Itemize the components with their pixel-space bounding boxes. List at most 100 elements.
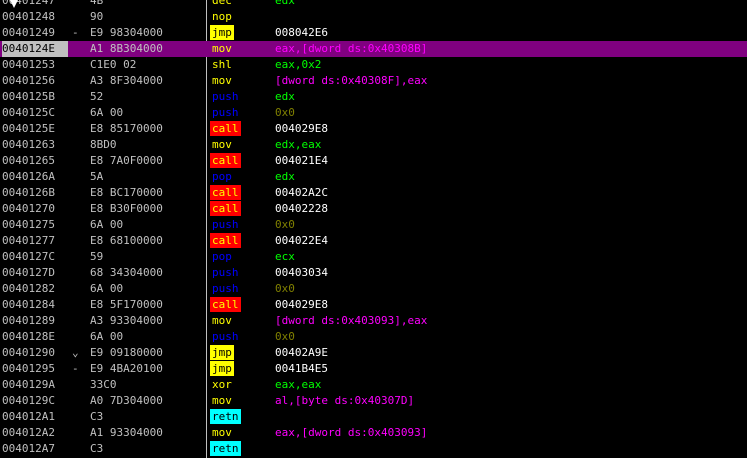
row-operands: ecx [275, 250, 295, 263]
row-hex-bytes: A1 8B304000 [90, 42, 163, 55]
row-mnemonic: jmp [210, 345, 234, 360]
row-hex-bytes: 6A 00 [90, 106, 124, 119]
row-hex-bytes: E8 68100000 [90, 234, 163, 247]
instruction-row[interactable]: 0040125E E8 85170000 call 004029E8 [0, 121, 747, 137]
row-address: 0040127D [2, 266, 55, 279]
row-hex-bytes: E8 B30F0000 [90, 202, 163, 215]
instruction-row[interactable]: 00401295 - E9 4BA20100 jmp 0041B4E5 [0, 361, 747, 377]
row-address: 00401249 [2, 26, 55, 39]
instruction-row[interactable]: 0040125C 6A 00 push 0x0 [0, 105, 747, 121]
mnemonic-cell: xor [210, 377, 270, 393]
row-hex-bytes: 52 [90, 90, 104, 103]
row-mnemonic: mov [212, 426, 232, 439]
instruction-row[interactable]: 0040129A 33C0 xor eax,eax [0, 377, 747, 393]
row-mnemonic: call [210, 153, 241, 168]
row-address: 00401295 [2, 362, 55, 375]
instruction-row[interactable]: 0040125B 52 push edx [0, 89, 747, 105]
instruction-row[interactable]: 0040128E 6A 00 push 0x0 [0, 329, 747, 345]
instruction-row[interactable]: 00401265 E8 7A0F0000 call 004021E4 [0, 153, 747, 169]
instruction-row[interactable]: 00401256 A3 8F304000 mov [dword ds:0x40308F… [0, 73, 747, 89]
row-address: 00401253 [2, 58, 55, 71]
instruction-row[interactable]: 0040126B E8 BC170000 call 00402A2C [0, 185, 747, 201]
mnemonic-cell: call [210, 185, 270, 201]
row-operands: 00402228 [275, 202, 328, 215]
row-hex-bytes: 6A 00 [90, 218, 124, 231]
instruction-row[interactable]: 00401277 E8 68100000 call 004022E4 [0, 233, 747, 249]
mnemonic-cell: mov [210, 393, 270, 409]
instruction-row[interactable]: 00401253 C1E0 02 shl eax,0x2 [0, 57, 747, 73]
row-mnemonic: mov [212, 138, 232, 151]
instruction-row[interactable]: 0040129C A0 7D304000 mov al,[byte ds:0x4030… [0, 393, 747, 409]
jump-arrow-icon: - [72, 26, 79, 39]
row-hex-bytes: E9 4BA20100 [90, 362, 163, 375]
row-address: 0040124E [2, 41, 68, 57]
instruction-row[interactable]: 00401290 ⌄ E9 09180000 jmp 00402A9E [0, 345, 747, 361]
row-operands: 0x0 [275, 218, 295, 231]
row-operands: 00402A2C [275, 186, 328, 199]
row-hex-bytes: A0 7D304000 [90, 394, 163, 407]
row-mnemonic: jmp [210, 25, 234, 40]
instruction-row[interactable]: 00401249 - E9 98304000 jmp 008042E6 [0, 25, 747, 41]
mnemonic-cell: dec [210, 0, 270, 9]
row-address: 00401290 [2, 346, 55, 359]
mnemonic-cell: push [210, 89, 270, 105]
row-operands: [dword ds:0x40308F],eax [275, 74, 428, 87]
selected-instruction-row[interactable]: 0040124E A1 8B304000 mov eax,[dword ds:0x40… [0, 41, 747, 57]
row-operands: 004029E8 [275, 298, 328, 311]
row-mnemonic: shl [212, 58, 232, 71]
row-hex-bytes: 68 34304000 [90, 266, 163, 279]
mnemonic-cell: push [210, 329, 270, 345]
mnemonic-cell: call [210, 153, 270, 169]
mnemonic-cell: jmp [210, 25, 270, 41]
instruction-row[interactable]: 004012A7 C3 retn [0, 441, 747, 457]
row-operands: 004022E4 [275, 234, 328, 247]
mnemonic-cell: pop [210, 249, 270, 265]
row-mnemonic: call [210, 121, 241, 136]
instruction-row[interactable]: 00401270 E8 B30F0000 call 00402228 [0, 201, 747, 217]
row-hex-bytes: 5A [90, 170, 104, 183]
jump-arrow-icon: - [72, 362, 79, 375]
row-mnemonic: dec [212, 0, 232, 7]
row-operands: al,[byte ds:0x40307D] [275, 394, 415, 407]
instruction-row[interactable]: 00401289 A3 93304000 mov [dword ds:0x403093… [0, 313, 747, 329]
instruction-row[interactable]: 0040127C 59 pop ecx [0, 249, 747, 265]
row-mnemonic: push [212, 282, 239, 295]
row-address: 00401289 [2, 314, 55, 327]
instruction-row[interactable]: 004012A2 A1 93304000 mov eax,[dword ds:0x40… [0, 425, 747, 441]
row-address: 00401256 [2, 74, 55, 87]
row-operands: 00403034 [275, 266, 328, 279]
mouse-cursor-icon [10, 0, 18, 8]
row-address: 0040125C [2, 106, 55, 119]
instruction-row[interactable]: 00401248 90 nop [0, 9, 747, 25]
row-hex-bytes: E9 98304000 [90, 26, 163, 39]
row-address: 0040126A [2, 170, 55, 183]
row-mnemonic: mov [212, 394, 232, 407]
row-hex-bytes: 59 [90, 250, 104, 263]
instruction-row[interactable]: 0040127D 68 34304000 push 00403034 [0, 265, 747, 281]
mnemonic-cell: call [210, 121, 270, 137]
row-address: 00401275 [2, 218, 55, 231]
instruction-row[interactable]: 00401284 E8 5F170000 call 004029E8 [0, 297, 747, 313]
row-address: 0040128E [2, 330, 55, 343]
mnemonic-cell: call [210, 233, 270, 249]
row-address: 0040129C [2, 394, 55, 407]
mnemonic-cell: jmp [210, 361, 270, 377]
row-mnemonic: push [212, 106, 239, 119]
row-hex-bytes: A3 93304000 [90, 314, 163, 327]
instruction-row[interactable]: 00401247 4B dec edx [0, 0, 747, 9]
row-mnemonic: mov [212, 74, 232, 87]
instruction-row[interactable]: 00401263 8BD0 mov edx,eax [0, 137, 747, 153]
mnemonic-cell: call [210, 201, 270, 217]
row-mnemonic: mov [212, 42, 232, 55]
instruction-row[interactable]: 004012A1 C3 retn [0, 409, 747, 425]
disassembly-view[interactable]: 00401247 4B dec edx 00401248 90 nop 00401249- E9… [0, 0, 747, 458]
row-hex-bytes: E9 09180000 [90, 346, 163, 359]
row-operands: 0x0 [275, 330, 295, 343]
row-mnemonic: pop [212, 250, 232, 263]
row-address: 0040126B [2, 186, 55, 199]
instruction-row[interactable]: 0040126A 5A pop edx [0, 169, 747, 185]
instruction-row[interactable]: 00401282 6A 00 push 0x0 [0, 281, 747, 297]
row-mnemonic: pop [212, 170, 232, 183]
instruction-row[interactable]: 00401275 6A 00 push 0x0 [0, 217, 747, 233]
row-mnemonic: push [212, 90, 239, 103]
